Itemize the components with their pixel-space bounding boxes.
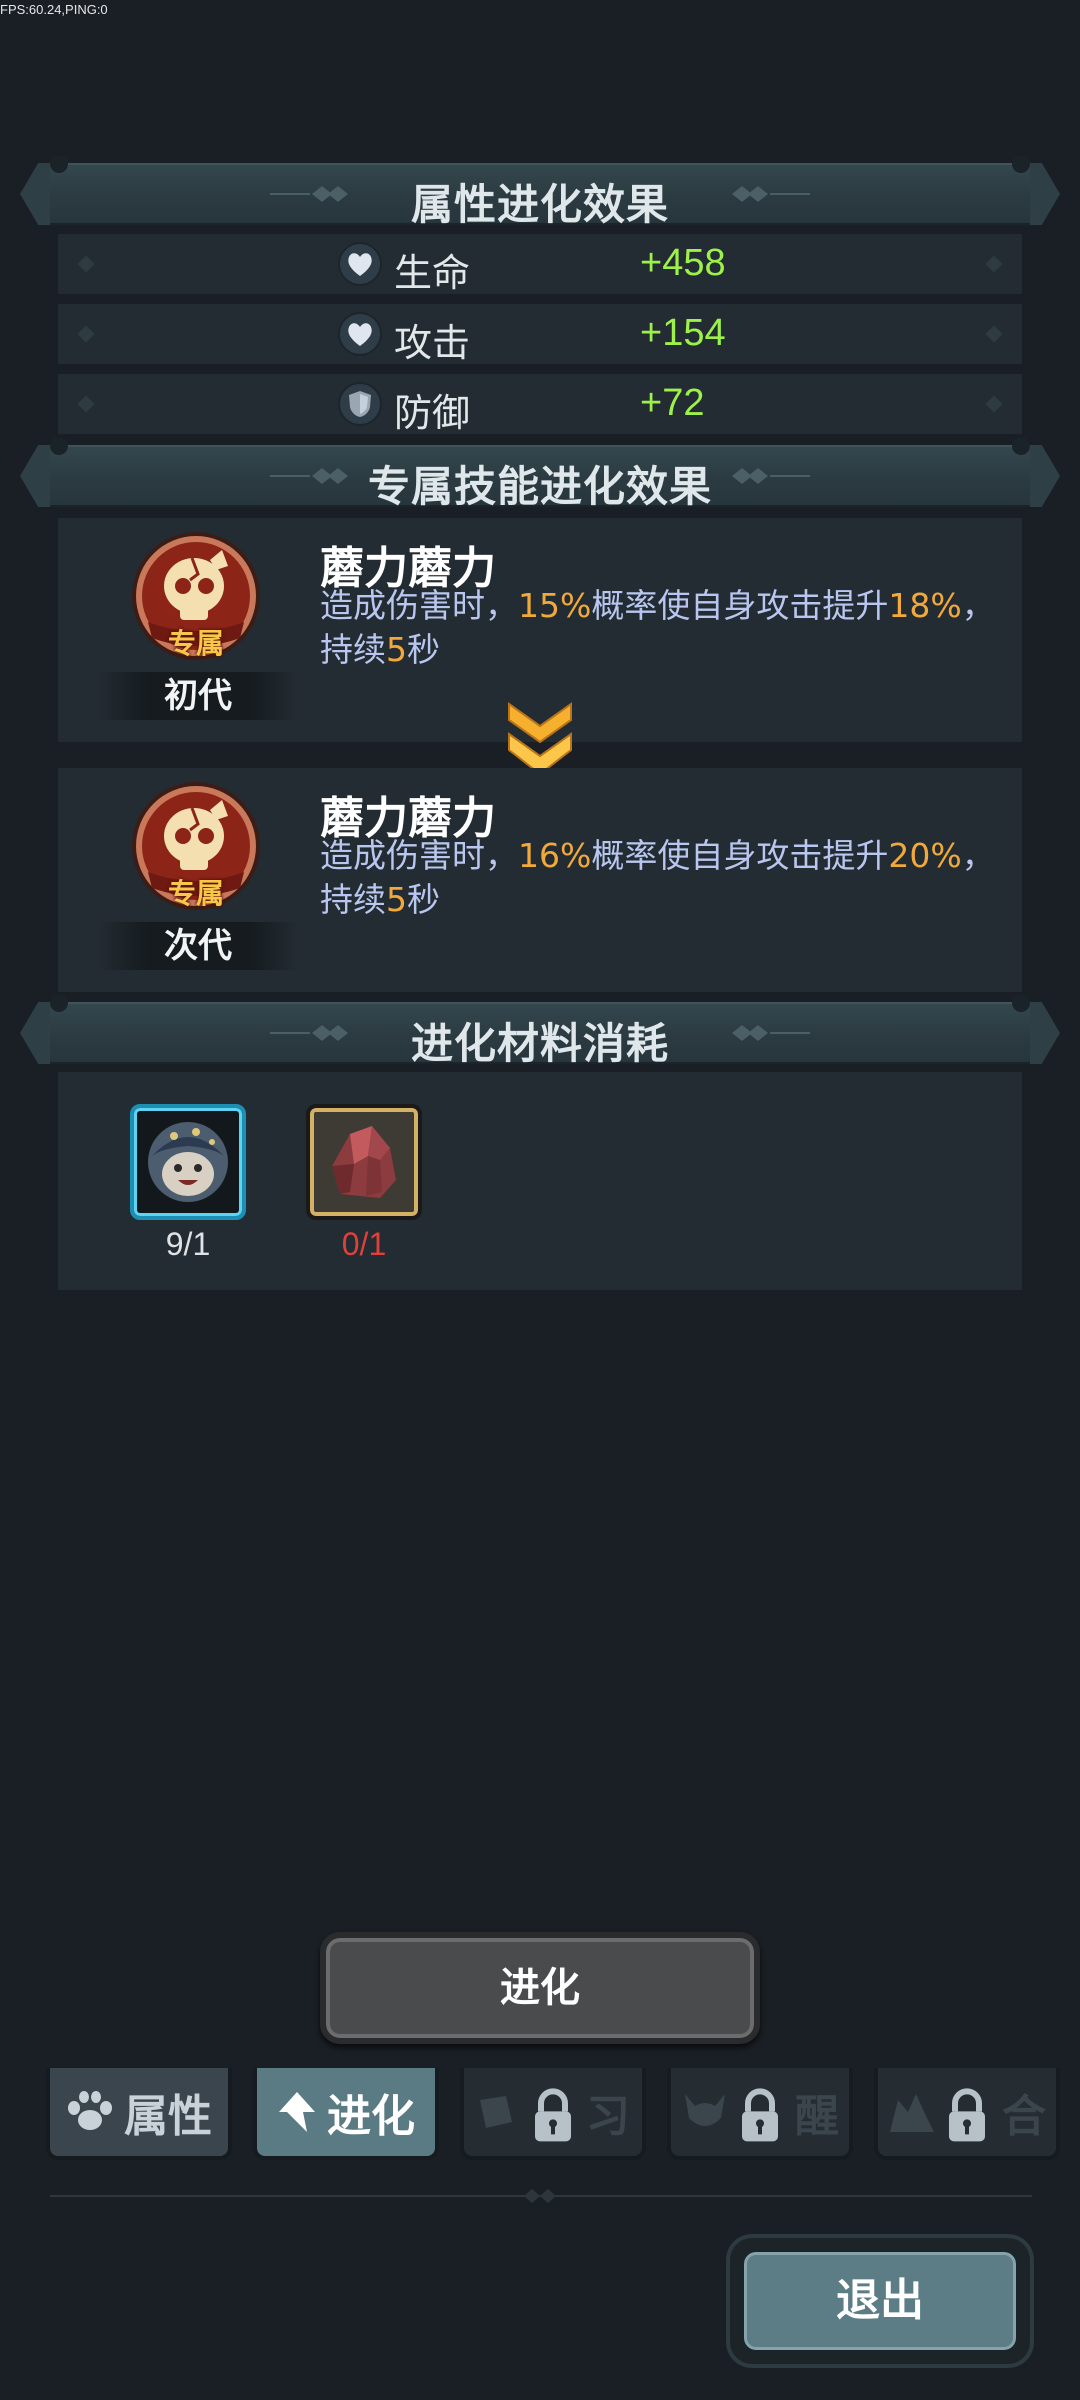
divider-ornament [524, 2189, 556, 2203]
material-panel: 9/1 0/1 [58, 1072, 1022, 1290]
skill-description: 造成伤害时，15%概率使自身攻击提升18%，持续5秒 [320, 586, 995, 669]
material-item-hero[interactable] [130, 1104, 246, 1220]
lock-icon [949, 2088, 985, 2142]
demon-icon [685, 2094, 725, 2126]
tab-label: 合 [1002, 2091, 1046, 2142]
material-section-banner: 进化材料消耗 [20, 994, 1060, 1068]
material-count: 0/1 [341, 1226, 387, 1262]
material-count: 9/1 [165, 1226, 211, 1262]
stat-value: +458 [640, 242, 726, 284]
stat-name: 防御 [394, 391, 471, 435]
stat-name: 生命 [394, 251, 471, 295]
attr-section-title: 属性进化效果 [410, 180, 669, 229]
stat-row-defense: 防御 +72 [58, 374, 1022, 435]
stat-row-attack: 攻击 +154 [58, 304, 1022, 365]
tab-label: 属性 [124, 2091, 212, 2142]
tier-label: 初代 [98, 672, 298, 720]
tab-label: 进化 [327, 2091, 415, 2142]
exclusive-badge: 专属 [167, 627, 224, 660]
arrow-up-icon [279, 2092, 315, 2132]
attr-section-banner: 属性进化效果 [20, 155, 1060, 229]
merge-icon [890, 2094, 934, 2132]
tab-awaken-locked[interactable]: 醒 [667, 2068, 853, 2160]
skill-section-title: 专属技能进化效果 [367, 462, 712, 511]
exit-button-label: 退出 [740, 2248, 1020, 2354]
book-icon [480, 2096, 512, 2128]
tab-bar: 属性 进化 习 醒 合 [0, 2068, 1080, 2168]
paw-icon [68, 2091, 112, 2130]
tab-label: 习 [586, 2091, 630, 2142]
tab-attributes[interactable]: 属性 [46, 2068, 232, 2160]
skill-panel-next: 专属 次代 蘑力蘑力 造成伤害时，16%概率使自身攻击提升20%，持续5秒 [58, 768, 1022, 992]
skill-section-banner: 专属技能进化效果 [20, 437, 1060, 511]
tab-merge-locked[interactable]: 合 [874, 2068, 1060, 2160]
tier-label: 次代 [98, 922, 298, 970]
tab-evolve[interactable]: 进化 [253, 2068, 439, 2160]
material-section-title: 进化材料消耗 [410, 1019, 669, 1068]
mushroom-hero-icon [148, 1122, 228, 1202]
evolve-button[interactable]: 进化 [320, 1932, 760, 2044]
tab-learn-locked[interactable]: 习 [460, 2068, 646, 2160]
fps-readout: FPS:60.24,PING:0 [0, 2, 108, 17]
stat-value: +154 [640, 312, 726, 354]
exclusive-badge: 专属 [167, 877, 224, 910]
heart-icon [338, 242, 382, 286]
stat-value: +72 [640, 382, 705, 424]
material-item-crystal[interactable] [306, 1104, 422, 1220]
skill-description: 造成伤害时，16%概率使自身攻击提升20%，持续5秒 [320, 836, 995, 919]
red-crystal-icon [332, 1126, 396, 1198]
lock-icon [742, 2088, 778, 2142]
stat-name: 攻击 [394, 321, 471, 365]
stat-row-hp: 生命 +458 [58, 234, 1022, 295]
exit-button[interactable]: 退出 [730, 2238, 1030, 2364]
lock-icon [535, 2088, 571, 2142]
heart-icon [338, 312, 382, 356]
tab-label: 醒 [795, 2091, 839, 2142]
shield-icon [338, 382, 382, 426]
